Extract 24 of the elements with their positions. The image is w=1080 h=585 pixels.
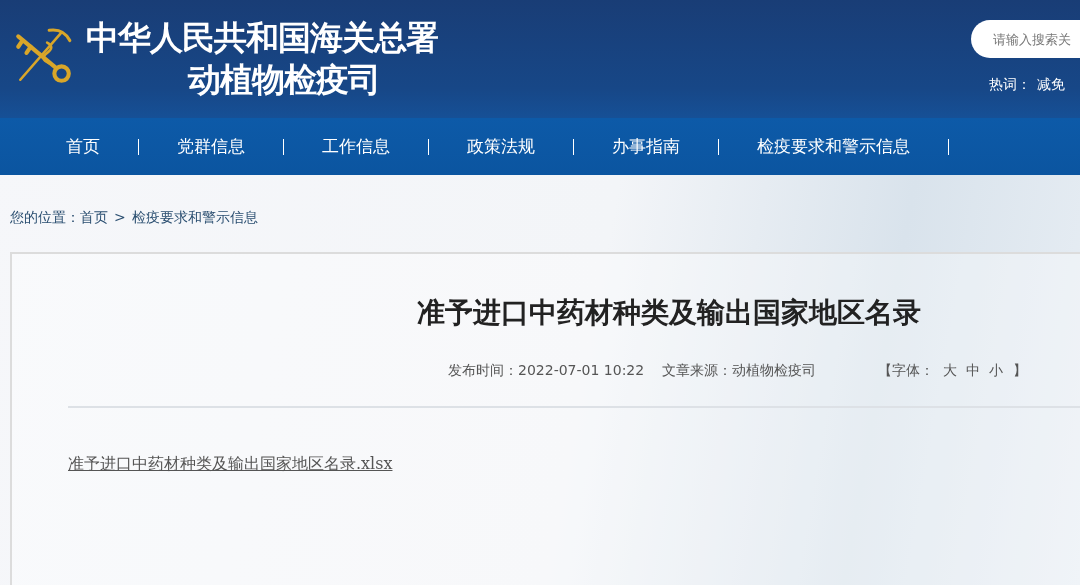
- article-title: 准予进口中药材种类及输出国家地区名录: [416, 295, 922, 331]
- search-field[interactable]: 请输入搜索关: [971, 20, 1080, 58]
- nav-item[interactable]: 检疫要求和警示信息: [719, 135, 948, 158]
- font-size-link[interactable]: 小: [989, 362, 1004, 378]
- breadcrumb-link[interactable]: 首页: [80, 209, 108, 225]
- nav-item[interactable]: 党群信息: [139, 135, 283, 158]
- site-title: 中华人民共和国海关总署: [86, 18, 438, 58]
- hot-word-link[interactable]: 减免: [1037, 76, 1065, 92]
- location-label: 您的位置：: [10, 209, 80, 225]
- font-size-label: 【字体：: [878, 362, 935, 378]
- site-subtitle: 动植物检疫司: [188, 59, 381, 101]
- nav-item[interactable]: 工作信息: [284, 135, 428, 158]
- breadcrumb-link[interactable]: 检疫要求和警示信息: [131, 209, 258, 225]
- font-size-link[interactable]: 大: [943, 362, 958, 378]
- font-size-link[interactable]: 中: [966, 362, 981, 378]
- attachment-link[interactable]: 准予进口中药材种类及输出国家地区名录.xlsx: [68, 454, 393, 473]
- breadcrumb-separator: >: [114, 209, 126, 225]
- nav-item[interactable]: 首页: [66, 135, 138, 158]
- bracket-text: 】: [1013, 362, 1028, 378]
- nav-item[interactable]: 办事指南: [574, 135, 718, 158]
- nav-item[interactable]: 政策法规: [429, 135, 573, 158]
- hot-words-label: 热词：: [989, 76, 1031, 92]
- publish-time: 发布时间：2022-07-01 10:22: [448, 362, 645, 380]
- article-source: 文章来源：动植物检疫司: [662, 362, 817, 380]
